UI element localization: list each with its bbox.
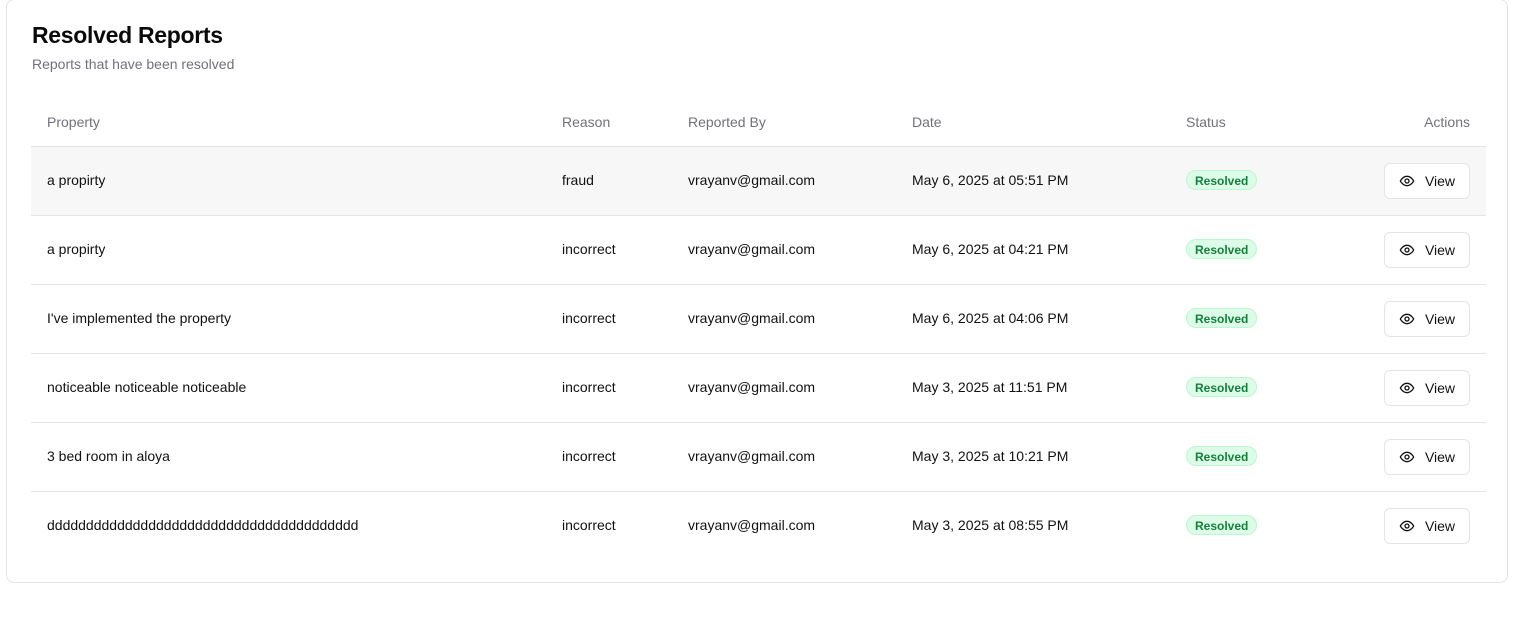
eye-icon [1399, 380, 1415, 396]
status-badge: Resolved [1186, 170, 1258, 190]
view-button-label: View [1424, 311, 1456, 327]
view-button[interactable]: View [1384, 301, 1470, 337]
cell-reported-by: vrayanv@gmail.com [688, 379, 816, 395]
cell-reason: incorrect [562, 241, 616, 257]
cell-reason: incorrect [562, 379, 616, 395]
cell-property: 3 bed room in aloya [47, 448, 170, 464]
resolved-reports-card: Resolved Reports Reports that have been … [6, 0, 1508, 583]
column-header-reported-by: Reported By [688, 114, 766, 130]
view-button-label: View [1424, 380, 1456, 396]
view-button[interactable]: View [1384, 370, 1470, 406]
cell-property: a propirty [47, 241, 106, 257]
table-row: noticeable noticeable noticeable incorre… [31, 354, 1486, 423]
column-header-reason: Reason [562, 114, 611, 130]
status-badge: Resolved [1186, 446, 1258, 466]
cell-date: May 3, 2025 at 11:51 PM [912, 379, 1068, 395]
cell-property: noticeable noticeable noticeable [47, 379, 247, 395]
cell-reported-by: vrayanv@gmail.com [688, 172, 816, 188]
view-button[interactable]: View [1384, 232, 1470, 268]
cell-date: May 6, 2025 at 04:21 PM [912, 241, 1069, 257]
cell-reason: incorrect [562, 448, 616, 464]
status-badge: Resolved [1186, 377, 1258, 397]
status-badge: Resolved [1186, 308, 1258, 328]
cell-property: I've implemented the property [47, 310, 231, 326]
cell-reason: fraud [562, 172, 594, 188]
table-row: dddddddddddddddddddddddddddddddddddddddd… [31, 492, 1486, 560]
status-badge: Resolved [1186, 239, 1258, 259]
column-header-actions: Actions [1424, 114, 1470, 130]
eye-icon [1399, 311, 1415, 327]
cell-reported-by: vrayanv@gmail.com [688, 517, 816, 533]
column-header-property: Property [47, 114, 100, 130]
cell-reported-by: vrayanv@gmail.com [688, 310, 816, 326]
view-button-label: View [1424, 173, 1456, 189]
cell-reported-by: vrayanv@gmail.com [688, 241, 816, 257]
column-header-date: Date [912, 114, 942, 130]
view-button[interactable]: View [1384, 439, 1470, 475]
cell-reported-by: vrayanv@gmail.com [688, 448, 816, 464]
page-title: Resolved Reports [32, 22, 223, 48]
page-subtitle: Reports that have been resolved [32, 56, 235, 72]
eye-icon [1399, 173, 1415, 189]
eye-icon [1399, 518, 1415, 534]
cell-property: a propirty [47, 172, 106, 188]
cell-reason: incorrect [562, 517, 616, 533]
view-button[interactable]: View [1384, 163, 1470, 199]
view-button-label: View [1424, 449, 1456, 465]
cell-property: dddddddddddddddddddddddddddddddddddddddd [47, 517, 359, 533]
table-row: 3 bed room in aloya incorrect vrayanv@gm… [31, 423, 1486, 492]
table-row: a propirty fraud vrayanv@gmail.com May 6… [31, 147, 1486, 216]
cell-date: May 3, 2025 at 10:21 PM [912, 448, 1069, 464]
eye-icon [1399, 449, 1415, 465]
column-header-status: Status [1186, 114, 1226, 130]
status-badge: Resolved [1186, 515, 1258, 535]
cell-date: May 6, 2025 at 04:06 PM [912, 310, 1069, 326]
view-button-label: View [1424, 518, 1456, 534]
cell-date: May 6, 2025 at 05:51 PM [912, 172, 1069, 188]
eye-icon [1399, 242, 1415, 258]
view-button-label: View [1424, 242, 1456, 258]
reports-table: Property Reason Reported By Date Status … [31, 98, 1486, 560]
view-button[interactable]: View [1384, 508, 1470, 544]
table-header: Property Reason Reported By Date Status … [31, 98, 1486, 147]
table-row: a propirty incorrect vrayanv@gmail.com M… [31, 216, 1486, 285]
table-row: I've implemented the property incorrect … [31, 285, 1486, 354]
cell-date: May 3, 2025 at 08:55 PM [912, 517, 1069, 533]
cell-reason: incorrect [562, 310, 616, 326]
